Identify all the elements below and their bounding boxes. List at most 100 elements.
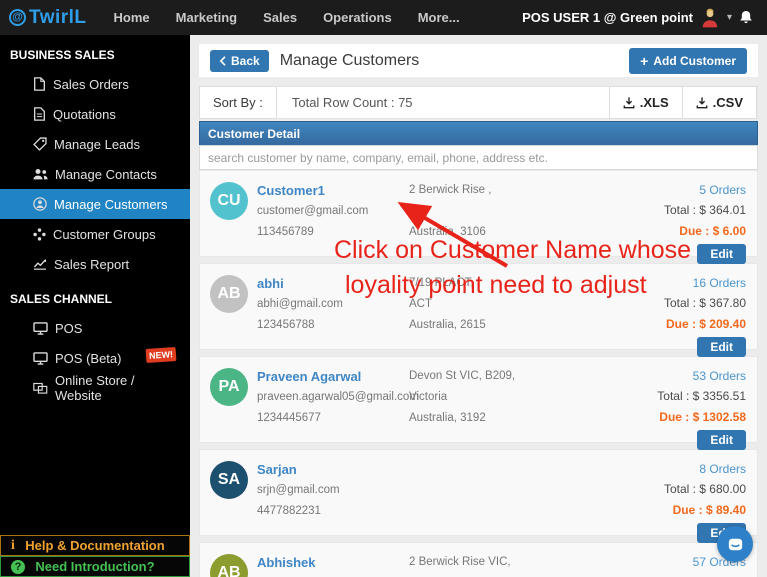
customer-info-column: Praveen Agarwal praveen.agarwal05@gmail.…: [257, 366, 419, 442]
download-icon: [696, 96, 708, 108]
address-line: Devon St VIC, B209,: [409, 370, 516, 382]
customer-stats-column: 5 Orders Total : $ 364.01 Due : $ 6.00 E…: [663, 180, 746, 264]
notifications-bell[interactable]: [739, 10, 753, 25]
orders-link[interactable]: 16 Orders: [664, 273, 746, 293]
address-line: 7/19 PLACT,: [409, 277, 474, 289]
sidebar-item-manage-leads[interactable]: Manage Leads: [0, 129, 190, 159]
customer-name-link[interactable]: Customer1: [257, 180, 409, 201]
sidebar-section-sales-channel: SALES CHANNEL: [10, 292, 113, 306]
address-line: Australia, 2615: [409, 319, 486, 331]
customer-email: abhi@moh.com: [257, 573, 409, 577]
user-store-label: POS USER 1 @ Green point: [522, 10, 693, 25]
sidebar-item-sales-report[interactable]: Sales Report: [0, 249, 190, 279]
edit-button[interactable]: Edit: [697, 337, 746, 357]
customer-address-column: [409, 459, 604, 535]
customer-avatar: PA: [210, 368, 248, 406]
contacts-icon: [33, 168, 48, 180]
address-line: 2 Berwick Rise VIC,: [409, 556, 511, 568]
export-xls-button[interactable]: .XLS: [608, 85, 683, 119]
address-line: [409, 501, 604, 522]
orders-link[interactable]: 5 Orders: [664, 180, 746, 200]
total-amount: Total : $ 3356.51: [657, 389, 746, 403]
help-documentation-button[interactable]: i Help & Documentation: [0, 535, 190, 556]
sidebar-item-label: Customer Groups: [53, 226, 156, 242]
sidebar-item-customer-groups[interactable]: Customer Groups: [0, 219, 190, 249]
chat-bubble-icon: [728, 538, 742, 550]
download-icon: [623, 96, 635, 108]
info-icon: i: [11, 538, 15, 553]
customer-stats-column: 8 Orders Total : $ 680.00 Due : $ 89.40 …: [664, 459, 746, 543]
export-buttons: .XLS .CSV: [608, 85, 757, 119]
customer-row: AB Abhishek abhi@moh.com 2 Berwick Rise …: [199, 542, 758, 577]
orders-link[interactable]: 8 Orders: [664, 459, 746, 479]
customer-name-link[interactable]: Praveen Agarwal: [257, 366, 409, 387]
customer-stats-column: 53 Orders Total : $ 3356.51 Due : $ 1302…: [657, 366, 746, 450]
due-amount: Due : $ 6.00: [679, 224, 746, 238]
total-amount: Total : $ 3483.79: [657, 572, 746, 577]
page-title: Manage Customers: [279, 51, 420, 69]
sidebar-item-sales-orders[interactable]: Sales Orders: [0, 69, 190, 99]
nav-item-sales[interactable]: Sales: [250, 10, 310, 25]
report-chart-icon: [33, 258, 47, 270]
sidebar-item-pos[interactable]: POS: [0, 313, 190, 343]
address-line: Victoria: [409, 391, 448, 403]
nav-item-operations[interactable]: Operations: [310, 10, 405, 25]
sort-by-button[interactable]: Sort By :: [199, 85, 277, 119]
total-row-count: Total Row Count : 75: [291, 95, 413, 110]
sidebar-item-quotations[interactable]: Quotations: [0, 99, 190, 129]
sidebar-item-manage-customers[interactable]: Manage Customers: [0, 189, 190, 219]
user-avatar[interactable]: [700, 8, 720, 28]
nav-item-more[interactable]: More...: [405, 10, 473, 25]
group-icon: [33, 227, 46, 241]
question-icon: ?: [11, 560, 25, 574]
add-customer-button[interactable]: + Add Customer: [629, 47, 747, 74]
customer-avatar: AB: [210, 554, 248, 577]
need-introduction-button[interactable]: ? Need Introduction?: [0, 556, 190, 577]
sidebar-item-label: POS: [55, 320, 83, 336]
list-toolbar: Sort By : Total Row Count : 75 .XLS .CSV: [199, 85, 758, 119]
main-content: Back Manage Customers + Add Customer Sor…: [190, 35, 767, 577]
customer-stats-column: 16 Orders Total : $ 367.80 Due : $ 209.4…: [663, 273, 746, 357]
chat-launcher-button[interactable]: [717, 526, 753, 562]
nav-item-marketing[interactable]: Marketing: [163, 10, 250, 25]
customer-search-input[interactable]: [199, 145, 758, 170]
chevron-down-icon: ▾: [726, 12, 732, 23]
monitor-icon: [33, 351, 48, 365]
sidebar-item-online-store[interactable]: Online Store / Website: [0, 373, 190, 403]
topbar-user-area: POS USER 1 @ Green point ▾: [522, 8, 767, 28]
customer-avatar: CU: [210, 182, 248, 220]
total-amount: Total : $ 364.01: [663, 203, 746, 217]
add-customer-label: Add Customer: [653, 53, 736, 68]
sidebar-item-label: Manage Leads: [54, 136, 141, 152]
sidebar-item-label: Manage Customers: [54, 196, 168, 212]
page-header: Back Manage Customers + Add Customer: [199, 44, 758, 77]
total-amount: Total : $ 367.80: [663, 296, 746, 310]
customer-name-link[interactable]: Abhishek: [257, 552, 409, 573]
customer-email: srjn@gmail.com: [257, 484, 340, 496]
brand-logo[interactable]: @ TwirlL: [0, 7, 101, 29]
address-line: Australia, 3192: [409, 412, 486, 424]
back-button[interactable]: Back: [210, 49, 269, 72]
top-navigation-bar: @ TwirlL Home Marketing Sales Operations…: [0, 0, 767, 35]
export-csv-button[interactable]: .CSV: [681, 85, 757, 119]
customer-info-column: abhi abhi@gmail.com 123456788: [257, 273, 409, 349]
document-icon: [33, 107, 46, 121]
invoice-icon: [33, 77, 46, 91]
sidebar-item-label: POS (Beta): [55, 350, 122, 366]
customer-name-link[interactable]: Sarjan: [257, 459, 409, 480]
customer-phone: 123456788: [257, 319, 315, 331]
edit-button[interactable]: Edit: [697, 430, 746, 450]
address-line: Australia, 3106: [409, 226, 486, 238]
nav-item-home[interactable]: Home: [101, 10, 163, 25]
address-line: 2 Berwick Rise ,: [409, 184, 492, 196]
customer-name-link[interactable]: abhi: [257, 273, 409, 294]
due-amount: Due : $ 209.40: [665, 317, 746, 331]
due-amount: Due : $ 89.40: [672, 503, 746, 517]
edit-button[interactable]: Edit: [697, 244, 746, 264]
sidebar-item-pos-beta[interactable]: POS (Beta) NEW!: [0, 343, 190, 373]
need-introduction-label: Need Introduction?: [35, 559, 155, 574]
orders-link[interactable]: 53 Orders: [657, 366, 746, 386]
sidebar-item-manage-contacts[interactable]: Manage Contacts: [0, 159, 190, 189]
customer-email: abhi@gmail.com: [257, 298, 343, 310]
customer-info-column: Abhishek abhi@moh.com: [257, 552, 409, 577]
